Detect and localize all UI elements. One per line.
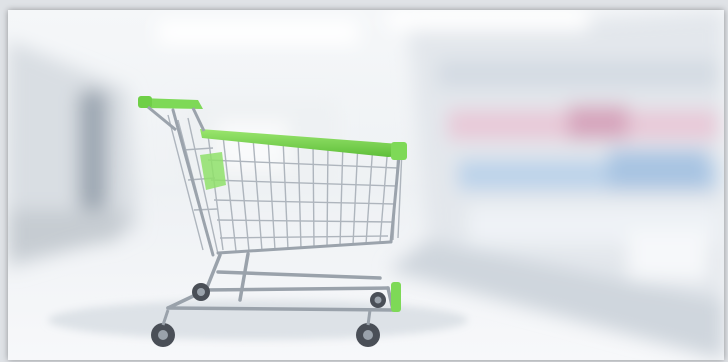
rear-bumper [391,282,401,312]
image-frame [0,0,728,362]
supermarket-scene [8,10,724,360]
front-bumper [391,142,407,160]
cart-shadow [48,300,468,340]
handle-end [138,96,152,108]
photo [8,10,724,360]
